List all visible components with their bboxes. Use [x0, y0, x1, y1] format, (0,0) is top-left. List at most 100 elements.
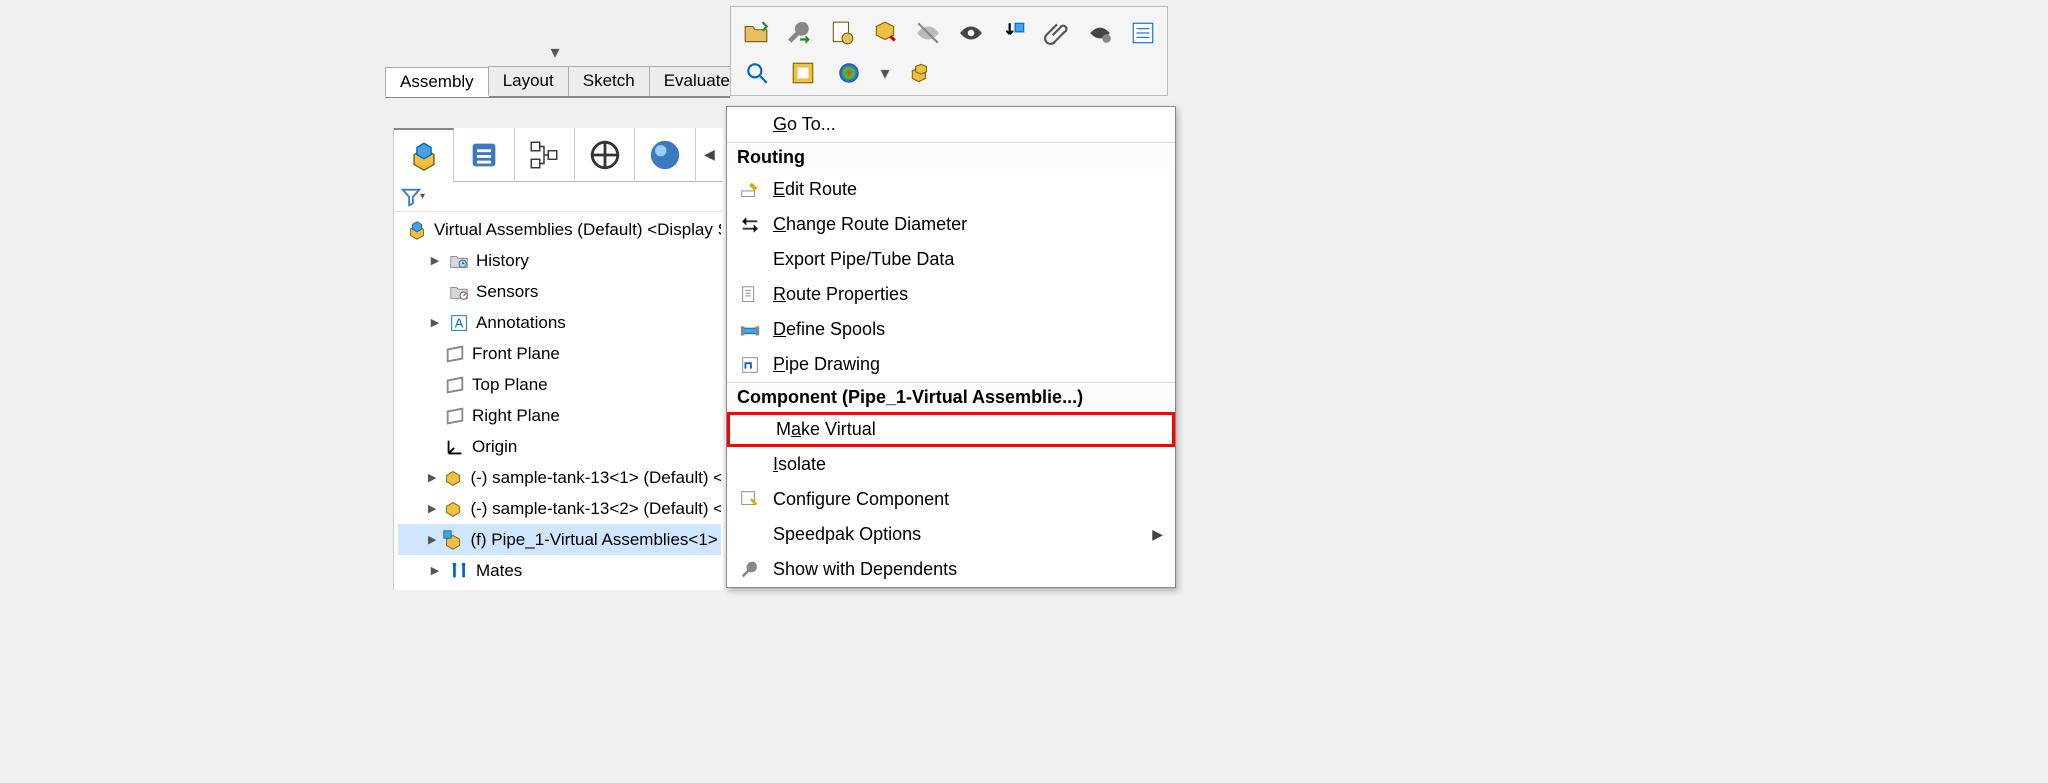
tree-root-label: Virtual Assemblies (Default) <Display St: [434, 220, 721, 240]
assembly-gold-icon[interactable]: [905, 57, 937, 89]
menu-define-spools[interactable]: Define Spools: [727, 312, 1175, 347]
tree-history[interactable]: ▶ History: [398, 245, 721, 276]
document-gear-icon[interactable]: [827, 17, 856, 49]
plane-icon: [444, 343, 466, 365]
commandmanager-dropdown[interactable]: ▾: [543, 40, 567, 64]
paperclip-icon[interactable]: [1042, 17, 1071, 49]
menu-make-virtual-label: Make Virtual: [776, 419, 1160, 440]
menu-change-diameter[interactable]: Change Route Diameter: [727, 207, 1175, 242]
cube-pencil-icon[interactable]: [870, 17, 899, 49]
mates-icon: [448, 560, 470, 582]
open-folder-icon[interactable]: [741, 17, 770, 49]
tree-origin[interactable]: Origin: [398, 431, 721, 462]
tree-annotations[interactable]: ▶ A Annotations: [398, 307, 721, 338]
show-eye-icon[interactable]: [956, 17, 985, 49]
tree-top-plane-label: Top Plane: [472, 375, 548, 395]
expander-icon[interactable]: ▶: [428, 316, 442, 330]
hide-eye-icon[interactable]: [913, 17, 942, 49]
expander-placeholder: [428, 285, 442, 299]
tree-tank1-label: (-) sample-tank-13<1> (Default) <: [470, 468, 721, 488]
tree-tank1[interactable]: ▶ (-) sample-tank-13<1> (Default) <: [398, 462, 721, 493]
wrench-arrow-icon[interactable]: [784, 17, 813, 49]
menu-pipe-drawing-label: Pipe Drawing: [773, 354, 1163, 375]
menu-export-pipe[interactable]: Export Pipe/Tube Data: [727, 242, 1175, 277]
selection-filter-icon[interactable]: [787, 57, 819, 89]
part-icon: [442, 467, 464, 489]
tab-assembly[interactable]: Assembly: [385, 67, 489, 97]
tree-tank2-label: (-) sample-tank-13<2> (Default) <: [470, 499, 721, 519]
appearance-sphere-icon[interactable]: [833, 57, 865, 89]
configuration-manager-tab-icon[interactable]: [515, 128, 575, 182]
tree-mates[interactable]: ▶ Mates: [398, 555, 721, 586]
menu-speedpak-label: Speedpak Options: [773, 524, 1142, 545]
menu-change-diameter-label: Change Route Diameter: [773, 214, 1163, 235]
expander-icon[interactable]: ▶: [428, 254, 442, 268]
menu-export-pipe-label: Export Pipe/Tube Data: [773, 249, 1163, 270]
expander-icon[interactable]: ▶: [428, 533, 436, 547]
plane-icon: [444, 405, 466, 427]
plane-icon: [444, 374, 466, 396]
tree-front-plane[interactable]: Front Plane: [398, 338, 721, 369]
display-manager-tab-icon[interactable]: [635, 128, 695, 182]
pipe-assembly-icon: [442, 529, 464, 551]
panel-tab-scroll-left[interactable]: ◀: [696, 128, 723, 182]
menu-route-properties-label: Route Properties: [773, 284, 1163, 305]
feature-manager-panel: ◀ ▾ Virtual Assemblies (Default) <Displa…: [393, 128, 723, 590]
tree-root[interactable]: Virtual Assemblies (Default) <Display St: [398, 214, 721, 245]
zoom-icon[interactable]: [741, 57, 773, 89]
menu-show-dependents[interactable]: Show with Dependents: [727, 552, 1175, 587]
folder-sensors-icon: [448, 281, 470, 303]
folder-history-icon: [448, 250, 470, 272]
tab-layout[interactable]: Layout: [488, 66, 569, 96]
part-icon: [442, 498, 464, 520]
feature-tree: Virtual Assemblies (Default) <Display St…: [394, 212, 723, 590]
menu-header-component: Component (Pipe_1-Virtual Assemblie...): [727, 382, 1175, 412]
menu-configure-component[interactable]: Configure Component: [727, 482, 1175, 517]
origin-icon: [444, 436, 466, 458]
svg-text:A: A: [455, 315, 464, 330]
tree-sensors[interactable]: Sensors: [398, 276, 721, 307]
expander-icon[interactable]: ▶: [428, 471, 436, 485]
menu-define-spools-label: Define Spools: [773, 319, 1163, 340]
property-manager-tab-icon[interactable]: [454, 128, 514, 182]
expander-icon[interactable]: ▶: [428, 564, 442, 578]
menu-goto[interactable]: Go To...: [727, 107, 1175, 142]
change-diameter-icon: [737, 212, 763, 238]
tree-right-plane-label: Right Plane: [472, 406, 560, 426]
menu-speedpak-options[interactable]: Speedpak Options ▶: [727, 517, 1175, 552]
tree-right-plane[interactable]: Right Plane: [398, 400, 721, 431]
tree-sensors-label: Sensors: [476, 282, 538, 302]
tree-front-plane-label: Front Plane: [472, 344, 560, 364]
configure-component-icon: [737, 487, 763, 513]
menu-edit-route[interactable]: Edit Route: [727, 172, 1175, 207]
tree-origin-label: Origin: [472, 437, 517, 457]
menu-make-virtual[interactable]: Make Virtual: [727, 412, 1175, 447]
dimxpert-tab-icon[interactable]: [575, 128, 635, 182]
tree-pipe-selected[interactable]: ▶ (f) Pipe_1-Virtual Assemblies<1> (D: [398, 524, 721, 555]
floating-toolbar: ▾: [730, 6, 1168, 96]
expander-icon[interactable]: ▶: [428, 502, 436, 516]
down-arrow-cube-icon[interactable]: [999, 17, 1028, 49]
menu-configure-component-label: Configure Component: [773, 489, 1163, 510]
commandmanager-tabs: Assembly Layout Sketch Evaluate: [385, 66, 730, 98]
menu-isolate[interactable]: Isolate: [727, 447, 1175, 482]
menu-show-dependents-label: Show with Dependents: [773, 559, 1163, 580]
menu-header-routing: Routing: [727, 142, 1175, 172]
define-spools-icon: [737, 317, 763, 343]
menu-pipe-drawing[interactable]: Pipe Drawing: [727, 347, 1175, 382]
menu-route-properties[interactable]: Route Properties: [727, 277, 1175, 312]
list-panel-icon[interactable]: [1128, 17, 1157, 49]
context-menu: Go To... Routing Edit Route Change Route…: [726, 106, 1176, 588]
tree-top-plane[interactable]: Top Plane: [398, 369, 721, 400]
tree-pipe-label: (f) Pipe_1-Virtual Assemblies<1> (D: [470, 530, 721, 550]
annotations-icon: A: [448, 312, 470, 334]
route-properties-icon: [737, 282, 763, 308]
tree-filter[interactable]: ▾: [394, 182, 723, 212]
appearance-dropdown[interactable]: ▾: [879, 61, 891, 85]
tree-tank2[interactable]: ▶ (-) sample-tank-13<2> (Default) <: [398, 493, 721, 524]
feature-tree-tab-icon[interactable]: [394, 128, 454, 182]
eye-gear-icon[interactable]: [1085, 17, 1114, 49]
menu-isolate-label: Isolate: [773, 454, 1163, 475]
tab-sketch[interactable]: Sketch: [568, 66, 650, 96]
menu-goto-label: Go To...: [773, 114, 1163, 135]
